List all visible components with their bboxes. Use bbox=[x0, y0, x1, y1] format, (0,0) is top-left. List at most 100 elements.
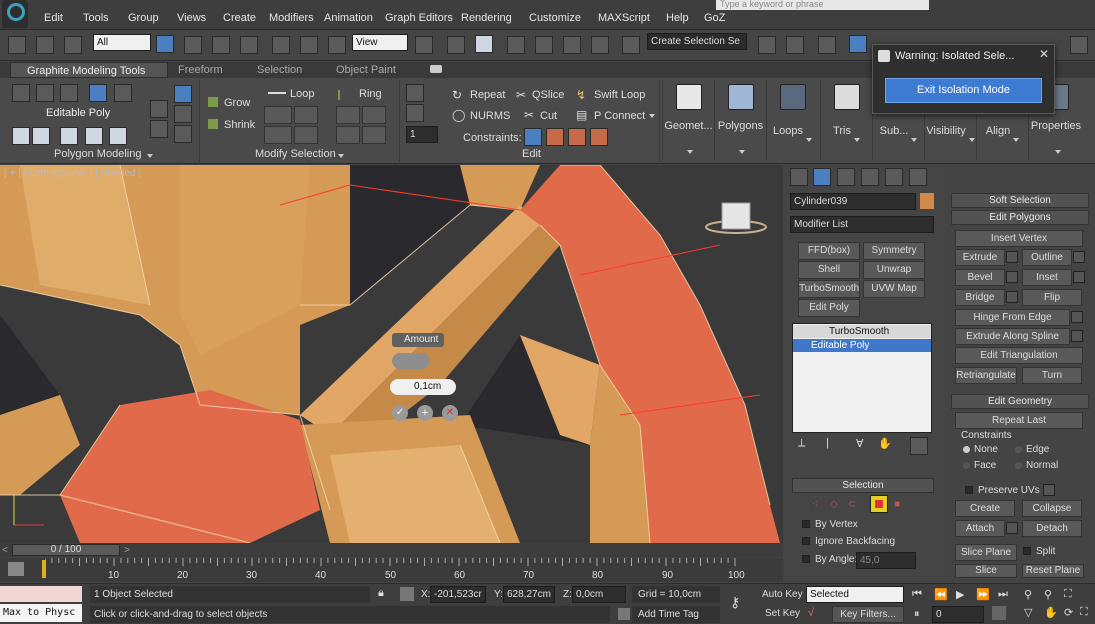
snap-3d-icon[interactable] bbox=[507, 36, 525, 54]
grow-loop-button[interactable] bbox=[264, 106, 292, 124]
extrude-spline-settings-icon[interactable] bbox=[1071, 330, 1083, 342]
key-mode-toggle-icon[interactable]: ⏸ bbox=[914, 608, 920, 621]
viewcube-icon[interactable] bbox=[729, 208, 747, 222]
by-vertex-checkbox[interactable]: By Vertex bbox=[802, 519, 858, 530]
viewport-label[interactable]: [ + ] [ Orthographic ] [ Shaded ] bbox=[4, 168, 141, 179]
loop-options-button[interactable] bbox=[294, 126, 318, 144]
extrude-along-spline-button[interactable]: Extrude Along Spline bbox=[955, 328, 1070, 345]
zoom-all-icon[interactable]: ⚲ bbox=[1044, 588, 1052, 601]
hierarchy-tab-icon[interactable] bbox=[837, 168, 855, 186]
border-mode-icon[interactable] bbox=[60, 84, 78, 102]
nurms-button[interactable]: NURMS bbox=[470, 110, 510, 122]
field-of-view-icon[interactable]: ▽ bbox=[1024, 606, 1032, 619]
ffd-box-button[interactable]: FFD(box) bbox=[798, 242, 860, 260]
modify-selection-title[interactable]: Modify Selection bbox=[255, 148, 336, 160]
flip-button[interactable]: Flip bbox=[1022, 289, 1082, 306]
caddy-mode-dropdown[interactable] bbox=[392, 353, 430, 369]
window-crossing-icon[interactable] bbox=[240, 36, 258, 54]
caddy-cancel-icon[interactable]: ✕ bbox=[442, 405, 458, 421]
next-frame-icon[interactable]: ⏩ bbox=[976, 588, 990, 601]
search-input[interactable]: Type a keyword or phrase bbox=[716, 0, 929, 10]
add-time-tag-button[interactable]: Add Time Tag bbox=[632, 606, 720, 623]
set-key-icon[interactable]: ⚷ bbox=[730, 594, 740, 611]
edit-triangulation-button[interactable]: Edit Triangulation bbox=[955, 347, 1083, 364]
edit-spinner[interactable]: 1 bbox=[406, 126, 438, 143]
select-object-icon[interactable] bbox=[156, 35, 174, 53]
ring-mode-button[interactable] bbox=[336, 126, 360, 144]
show-end-result-toggle-icon[interactable]: | bbox=[826, 437, 844, 455]
attach-button[interactable]: Attach bbox=[955, 520, 1005, 537]
turn-button[interactable]: Turn bbox=[1022, 367, 1082, 384]
modifier-list-dropdown[interactable]: Modifier List bbox=[790, 216, 934, 233]
caddy-apply-icon[interactable]: + bbox=[417, 405, 433, 421]
collapse-button[interactable]: Collapse bbox=[1022, 500, 1082, 517]
graphite-toggle-icon[interactable] bbox=[849, 35, 867, 53]
edit-polygons-rollout[interactable]: Edit Polygons bbox=[951, 210, 1089, 225]
select-by-name-icon[interactable] bbox=[184, 36, 202, 54]
loop-mode-button[interactable] bbox=[264, 126, 292, 144]
y-coord-field[interactable]: 628,27cm bbox=[503, 586, 555, 603]
unwrap-uvw-button[interactable]: Unwrap UVW bbox=[863, 261, 925, 291]
bridge-settings-icon[interactable] bbox=[1006, 291, 1018, 303]
subobject-vertex-icon[interactable]: ⁖ bbox=[812, 499, 818, 510]
edit-poly-button[interactable]: Edit Poly bbox=[798, 299, 860, 317]
constraint-none-radio[interactable]: None bbox=[963, 444, 998, 455]
uvw-map-button[interactable]: UVW Map bbox=[863, 280, 925, 298]
by-angle-checkbox[interactable]: By Angle: bbox=[802, 554, 857, 565]
ignore-backfacing-icon[interactable] bbox=[174, 125, 192, 143]
show-cage-icon[interactable] bbox=[174, 105, 192, 123]
pin-stack-icon[interactable]: ⟂ bbox=[798, 437, 816, 455]
vertex-mode-icon[interactable] bbox=[12, 84, 30, 102]
inset-button[interactable]: Inset bbox=[1022, 269, 1072, 286]
key-filters-button[interactable]: Key Filters... bbox=[832, 606, 904, 623]
x-coord-field[interactable]: -201,523cr bbox=[430, 586, 486, 603]
previous-modifier-icon[interactable] bbox=[150, 100, 168, 118]
undo-icon[interactable] bbox=[8, 36, 26, 54]
polygons-button[interactable]: Polygons bbox=[714, 80, 766, 160]
grow-ring-button[interactable] bbox=[336, 106, 360, 124]
swift-loop-button[interactable]: Swift Loop bbox=[594, 89, 645, 101]
selection-rollout-header[interactable]: Selection bbox=[792, 478, 934, 493]
subobject-polygon-icon[interactable] bbox=[870, 495, 888, 513]
geometry-button[interactable]: Geomet... bbox=[662, 80, 714, 160]
subobject-element-icon[interactable]: ■ bbox=[894, 499, 900, 510]
qslice-button[interactable]: QSlice bbox=[532, 89, 564, 101]
constraint-face-icon[interactable] bbox=[568, 128, 586, 146]
constraint-normal-icon[interactable] bbox=[590, 128, 608, 146]
extrude-settings-icon[interactable] bbox=[1006, 251, 1018, 263]
time-slider[interactable]: < 0 / 100 > bbox=[0, 543, 783, 557]
exit-isolation-mode-button[interactable]: Exit Isolation Mode bbox=[885, 78, 1042, 103]
configure-sets-icon[interactable] bbox=[910, 437, 928, 455]
current-frame-field[interactable]: 0 bbox=[932, 606, 984, 623]
spinner-snap-icon[interactable] bbox=[591, 36, 609, 54]
repeat-last-button[interactable]: Repeat Last bbox=[955, 412, 1083, 429]
constraint-face-radio[interactable]: Face bbox=[963, 460, 996, 471]
preserve-uvs-settings-icon[interactable] bbox=[1043, 484, 1055, 496]
constraint-edge-radio[interactable]: Edge bbox=[1015, 444, 1049, 455]
constraint-none-icon[interactable] bbox=[524, 128, 542, 146]
utilities-tab-icon[interactable] bbox=[909, 168, 927, 186]
element-mode-icon[interactable] bbox=[114, 84, 132, 102]
split-checkbox[interactable]: Split bbox=[1023, 546, 1055, 557]
menu-group[interactable]: Group bbox=[128, 12, 159, 24]
slice-button[interactable]: Slice bbox=[955, 564, 1017, 578]
retriangulate-button[interactable]: Retriangulate bbox=[955, 367, 1017, 384]
detach-button[interactable]: Detach bbox=[1022, 520, 1082, 537]
modify-tab-icon[interactable] bbox=[813, 168, 831, 186]
play-icon[interactable]: ▶ bbox=[956, 588, 964, 601]
make-unique-icon[interactable]: ∀ bbox=[856, 437, 874, 455]
repeat-button[interactable]: Repeat bbox=[470, 89, 505, 101]
loops-button[interactable]: Loops bbox=[766, 80, 818, 160]
tab-selection[interactable]: Selection bbox=[257, 64, 302, 76]
menu-modifiers[interactable]: Modifiers bbox=[269, 12, 314, 24]
menu-animation[interactable]: Animation bbox=[324, 12, 373, 24]
zoom-extents-icon[interactable]: ⛶ bbox=[1064, 588, 1072, 601]
caddy-amount-field[interactable]: 0,1cm bbox=[390, 379, 456, 395]
rect-selection-icon[interactable] bbox=[212, 36, 230, 54]
track-bar[interactable]: 10 20 30 40 50 60 70 80 90 100 bbox=[0, 558, 783, 582]
remove-modifier-icon[interactable]: ✋ bbox=[878, 437, 896, 455]
move-icon[interactable] bbox=[272, 36, 290, 54]
create-tab-icon[interactable] bbox=[790, 168, 808, 186]
z-coord-field[interactable]: 0,0cm bbox=[572, 586, 626, 603]
pan-icon[interactable]: ✋ bbox=[1044, 606, 1058, 619]
